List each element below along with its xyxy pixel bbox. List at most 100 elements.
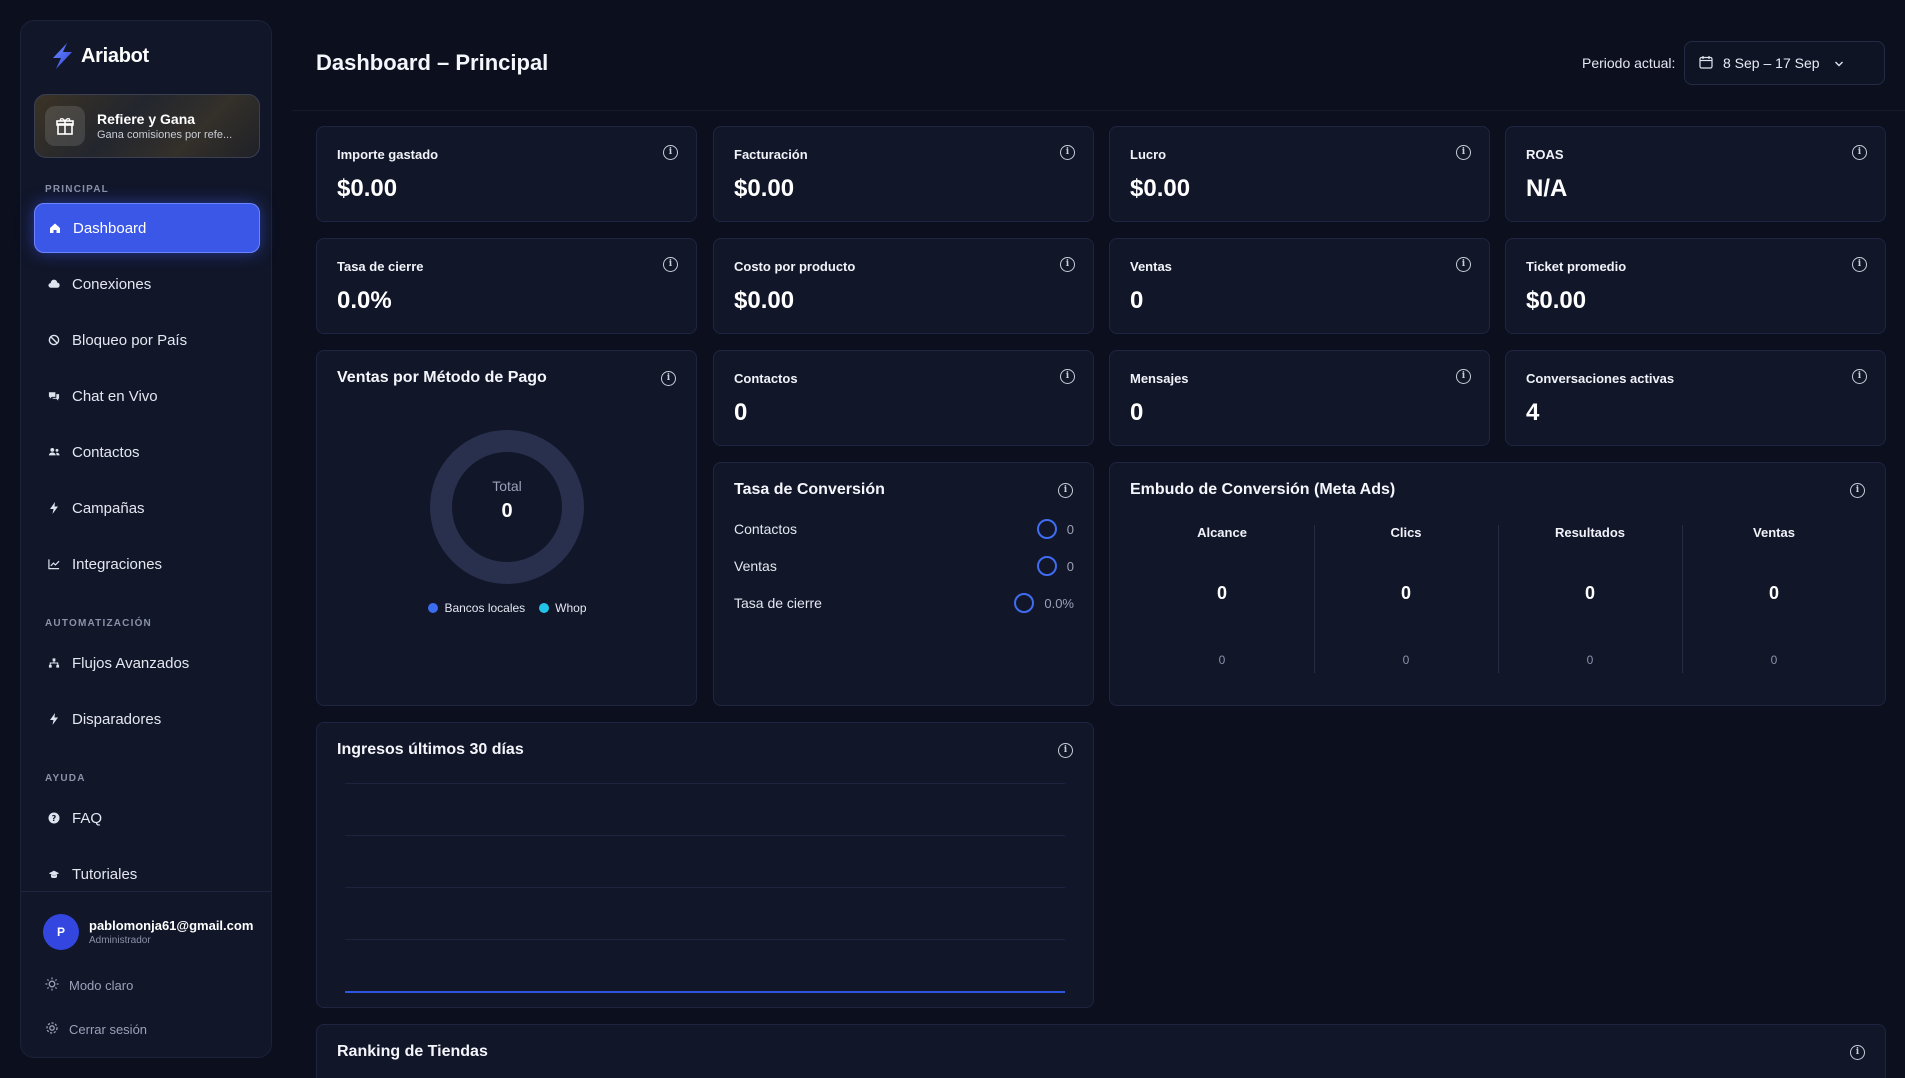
- gift-icon: [45, 106, 85, 146]
- section-ayuda: AYUDA: [45, 773, 86, 784]
- sidebar-item-label: Disparadores: [72, 710, 162, 728]
- sidebar-item-chat-en-vivo[interactable]: Chat en Vivo: [34, 371, 260, 421]
- kpi-label: Mensajes: [1130, 371, 1189, 386]
- revenue-card: Ingresos últimos 30 días: [316, 722, 1094, 1008]
- kpi-card-roas: ROAS N/A: [1505, 126, 1886, 222]
- chart-gridline: [345, 887, 1065, 888]
- svg-text:?: ?: [52, 814, 57, 823]
- calendar-icon: [1699, 55, 1713, 72]
- theme-toggle-button[interactable]: Modo claro: [45, 977, 133, 994]
- sidebar-item-bloqueo-por-pais[interactable]: Bloqueo por País: [34, 315, 260, 365]
- kpi-card-lucro: Lucro $0.00: [1109, 126, 1490, 222]
- kpi-card-facturacion: Facturación $0.00: [713, 126, 1094, 222]
- date-range-picker[interactable]: 8 Sep – 17 Sep: [1684, 41, 1885, 85]
- sidebar-item-dashboard[interactable]: Dashboard: [34, 203, 260, 253]
- info-icon[interactable]: [663, 257, 678, 272]
- logout-button[interactable]: Cerrar sesión: [45, 1021, 147, 1038]
- sidebar-item-flujos-avanzados[interactable]: Flujos Avanzados: [34, 638, 260, 688]
- chart-gridline: [345, 835, 1065, 836]
- sidebar-item-label: Contactos: [72, 443, 140, 461]
- kpi-label: Costo por producto: [734, 259, 856, 274]
- sidebar-item-faq[interactable]: ? FAQ: [34, 793, 260, 843]
- sidebar-item-label: Dashboard: [73, 219, 147, 237]
- payment-methods-card: Ventas por Método de Pago Total 0 Bancos…: [316, 350, 697, 706]
- info-icon[interactable]: [1058, 483, 1073, 498]
- legend-item[interactable]: Whop: [539, 601, 587, 615]
- section-automatizacion: AUTOMATIZACIÓN: [45, 618, 152, 629]
- funnel-column-subvalue: 0: [1218, 653, 1226, 667]
- sidebar-item-campanas[interactable]: Campañas: [34, 483, 260, 533]
- sun-icon: [45, 977, 59, 994]
- kpi-card-mensajes: Mensajes 0: [1109, 350, 1490, 446]
- conversion-row-value: 0: [1066, 521, 1074, 537]
- legend-label: Whop: [555, 601, 587, 615]
- kpi-label: Conversaciones activas: [1526, 371, 1675, 386]
- conversion-row-value: 0: [1066, 558, 1074, 574]
- kpi-card-ticket-promedio: Ticket promedio $0.00: [1505, 238, 1886, 334]
- legend-item[interactable]: Bancos locales: [428, 601, 525, 615]
- kpi-value: 0.0%: [337, 287, 392, 314]
- info-icon[interactable]: [661, 371, 676, 386]
- funnel-column-clics: Clics 0 0: [1314, 525, 1498, 673]
- info-icon[interactable]: [1060, 257, 1075, 272]
- info-icon[interactable]: [1850, 1045, 1865, 1060]
- kpi-value: 0: [1130, 287, 1144, 314]
- info-icon[interactable]: [1852, 145, 1867, 160]
- info-icon[interactable]: [1850, 483, 1865, 498]
- progress-ring: [1014, 593, 1035, 613]
- info-icon[interactable]: [1852, 369, 1867, 384]
- funnel-column-value: 0: [1768, 583, 1779, 603]
- card-title: Tasa de Conversión: [734, 481, 885, 498]
- section-principal: PRINCIPAL: [45, 184, 109, 195]
- sidebar-item-contactos[interactable]: Contactos: [34, 427, 260, 477]
- promo-title: Refiere y Gana: [97, 111, 196, 127]
- user-profile[interactable]: P pablomonja61@gmail.com Administrador: [43, 914, 253, 950]
- promo-subtitle: Gana comisiones por refe...: [97, 129, 233, 141]
- info-icon[interactable]: [1456, 145, 1471, 160]
- conversion-row: Ventas 0: [734, 556, 1074, 576]
- funnel-column-subvalue: 0: [1586, 653, 1594, 667]
- info-icon[interactable]: [1058, 743, 1073, 758]
- conversion-row-label: Tasa de cierre: [734, 595, 822, 611]
- kpi-label: Facturación: [734, 147, 808, 162]
- referral-banner[interactable]: Refiere y Gana Gana comisiones por refe.…: [34, 94, 260, 158]
- funnel-column-resultados: Resultados 0 0: [1498, 525, 1682, 673]
- kpi-label: Ventas: [1130, 259, 1172, 274]
- users-icon: [48, 446, 60, 458]
- info-icon[interactable]: [1456, 257, 1471, 272]
- progress-ring: [1036, 519, 1057, 539]
- funnel-column-label: Resultados: [1554, 525, 1626, 540]
- legend-label: Bancos locales: [444, 601, 526, 615]
- info-icon[interactable]: [1456, 369, 1471, 384]
- brand-logo[interactable]: Ariabot: [47, 41, 149, 71]
- conversion-row-label: Contactos: [734, 521, 798, 537]
- sidebar-item-label: Flujos Avanzados: [72, 654, 190, 672]
- kpi-card-contactos: Contactos 0: [713, 350, 1094, 446]
- kpi-card-importe-gastado: Importe gastado $0.00: [316, 126, 697, 222]
- revenue-series-line: [345, 991, 1065, 993]
- theme-toggle-label: Modo claro: [69, 978, 134, 993]
- info-icon[interactable]: [1060, 145, 1075, 160]
- kpi-value: N/A: [1526, 175, 1568, 202]
- chart-line-icon: [48, 558, 60, 570]
- legend-swatch: [539, 603, 550, 613]
- sidebar-item-label: Chat en Vivo: [72, 387, 158, 405]
- kpi-label: Importe gastado: [337, 147, 439, 162]
- legend-swatch: [428, 603, 439, 613]
- sidebar-item-disparadores[interactable]: Disparadores: [34, 694, 260, 744]
- sidebar-item-integraciones[interactable]: Integraciones: [34, 539, 260, 589]
- logout-label: Cerrar sesión: [69, 1022, 148, 1037]
- donut-legend: Bancos locales Whop: [317, 601, 698, 615]
- card-title: Ventas por Método de Pago: [337, 369, 547, 386]
- sidebar: Ariabot Refiere y Gana Gana comisiones p…: [20, 20, 272, 1058]
- kpi-label: Ticket promedio: [1526, 259, 1627, 274]
- brand-name: Ariabot: [81, 44, 149, 67]
- donut-total-value: 0: [501, 500, 513, 522]
- info-icon[interactable]: [1060, 369, 1075, 384]
- info-icon[interactable]: [663, 145, 678, 160]
- card-title: Embudo de Conversión (Meta Ads): [1130, 481, 1396, 498]
- header-divider: [292, 110, 1905, 111]
- cloud-icon: [48, 278, 60, 290]
- sidebar-item-conexiones[interactable]: Conexiones: [34, 259, 260, 309]
- info-icon[interactable]: [1852, 257, 1867, 272]
